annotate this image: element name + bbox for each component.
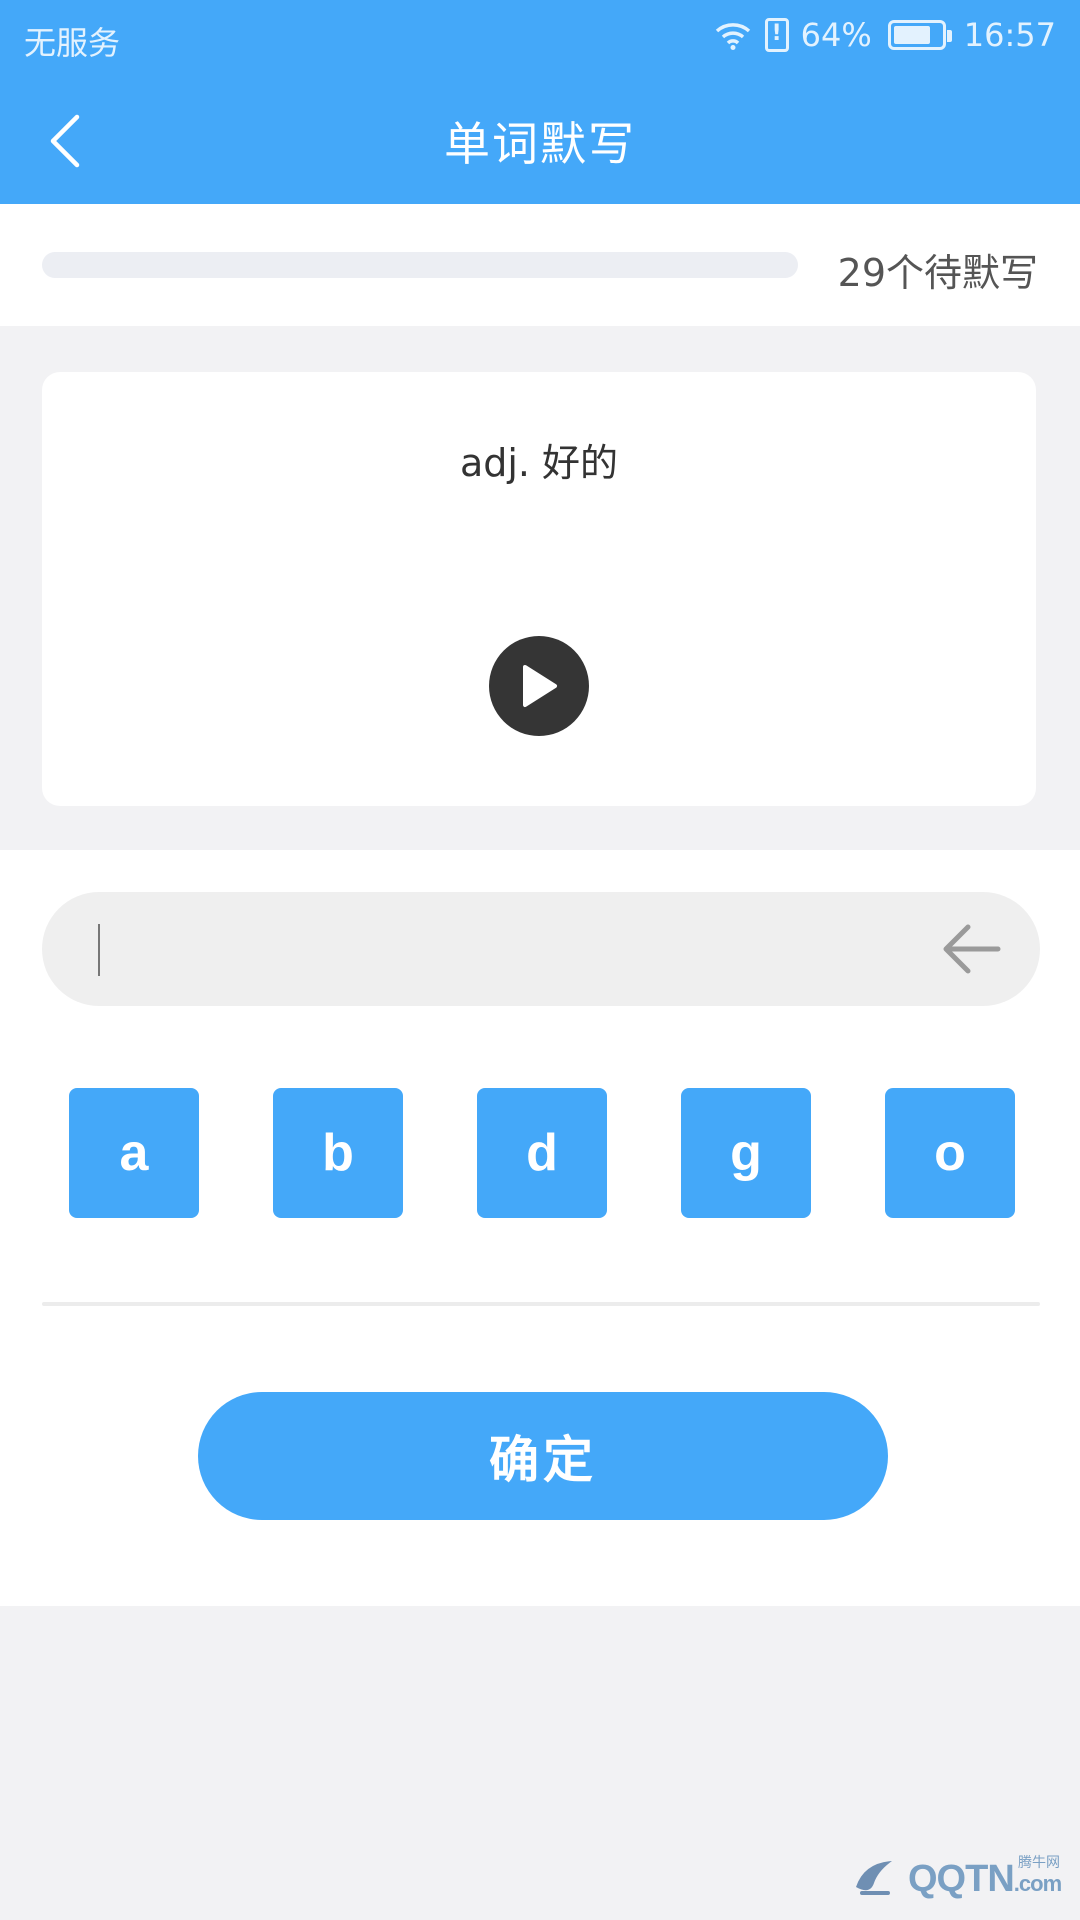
- battery-alert-icon: !: [764, 18, 789, 52]
- backspace-button[interactable]: [938, 916, 1004, 982]
- letter-keys: a b d g o: [69, 1088, 1015, 1218]
- play-audio-button[interactable]: [489, 636, 589, 736]
- page-title: 单词默写: [444, 117, 636, 171]
- confirm-button[interactable]: 确定: [198, 1392, 888, 1520]
- answer-input[interactable]: [42, 892, 1040, 1006]
- text-caret: [98, 924, 100, 976]
- word-card: adj. 好的: [42, 372, 1036, 806]
- carrier-label: 无服务: [24, 24, 121, 62]
- battery-icon: [887, 20, 952, 50]
- play-icon: [523, 665, 557, 707]
- battery-percent: 64%: [800, 16, 872, 54]
- letter-key-d[interactable]: d: [477, 1088, 607, 1218]
- letter-key-b[interactable]: b: [273, 1088, 403, 1218]
- wifi-icon: [715, 23, 750, 50]
- answer-section: a b d g o 确定: [0, 850, 1080, 1606]
- status-bar: 无服务 ! 64% 16:57: [0, 0, 1080, 76]
- app-header: 无服务 ! 64% 16:57 单词默写: [0, 0, 1080, 204]
- watermark-sub: 腾牛网: [1018, 1855, 1060, 1871]
- progress-bar: [42, 252, 798, 278]
- arrow-left-icon: [943, 924, 1001, 974]
- letter-key-g[interactable]: g: [681, 1088, 811, 1218]
- progress-section: 29个待默写: [0, 204, 1080, 326]
- remaining-count-label: 29个待默写: [837, 251, 1038, 295]
- status-indicators: ! 64% 16:57: [713, 16, 1056, 54]
- watermark-suffix: .com: [1013, 1870, 1062, 1896]
- watermark-brand-name: QQTN: [908, 1857, 1015, 1900]
- watermark-logo-icon: [856, 1861, 892, 1895]
- letter-key-o[interactable]: o: [885, 1088, 1015, 1218]
- watermark: QQTN.com 腾牛网: [848, 1848, 1068, 1910]
- clock: 16:57: [963, 16, 1056, 54]
- word-meaning: adj. 好的: [459, 441, 619, 485]
- divider: [42, 1302, 1040, 1306]
- letter-key-a[interactable]: a: [69, 1088, 199, 1218]
